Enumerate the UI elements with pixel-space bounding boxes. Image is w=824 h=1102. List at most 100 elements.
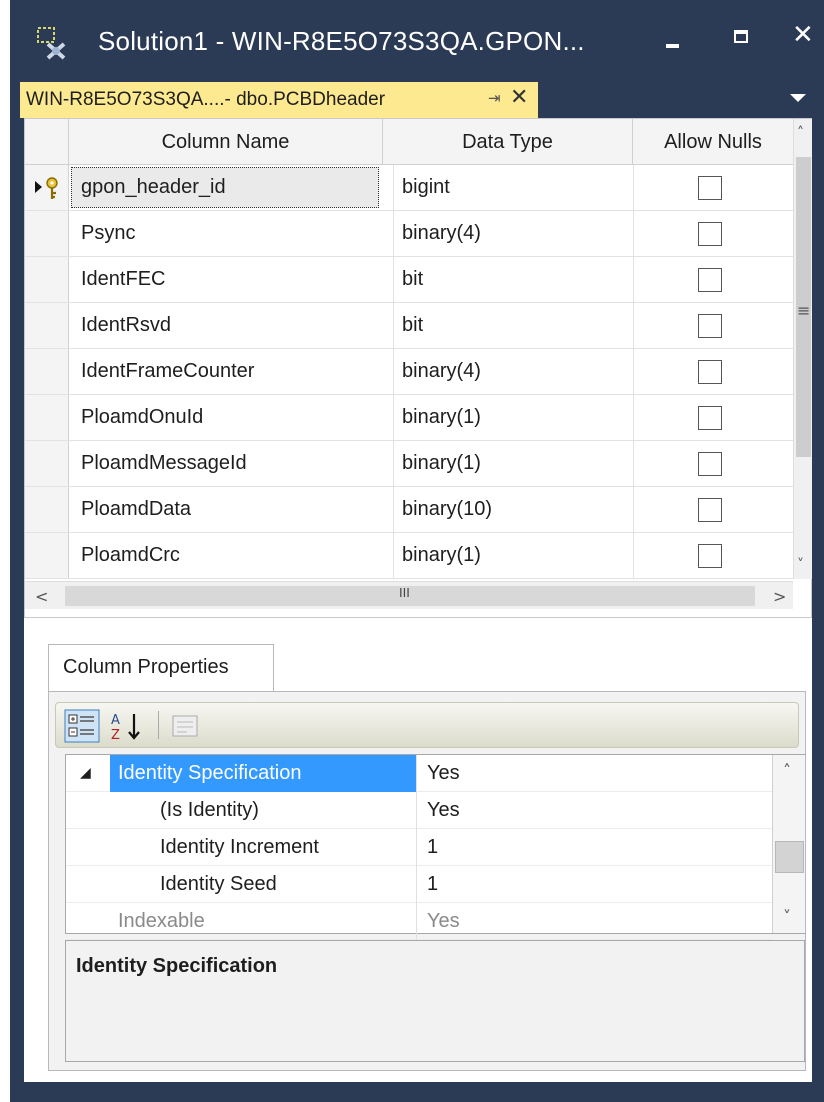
row-selector[interactable] (25, 211, 69, 256)
allow-nulls-checkbox[interactable] (698, 498, 722, 522)
close-window-button[interactable]: ✕ (774, 14, 824, 64)
property-scrollbar[interactable]: ˄ ˅ (772, 755, 805, 933)
scroll-up-icon[interactable]: ˄ (783, 761, 791, 780)
expander-icon[interactable]: ◢ (80, 755, 91, 792)
document-tab-bar: WIN-R8E5O73S3QA....- dbo.PCBDheader ⇥ ✕ (10, 82, 824, 118)
row-selector[interactable] (25, 487, 69, 532)
data-type-cell[interactable]: bit (393, 257, 623, 302)
row-selector[interactable] (25, 349, 69, 394)
scroll-right-icon[interactable]: > (773, 587, 786, 606)
property-row[interactable]: ◢ Identity Specification Yes (66, 755, 772, 792)
data-type-cell[interactable]: bit (393, 303, 623, 348)
row-selector[interactable] (25, 395, 69, 440)
data-type-cell[interactable]: binary(1) (393, 533, 623, 578)
scroll-grip-icon: ≡ (797, 301, 811, 320)
property-value[interactable]: Yes (416, 755, 772, 792)
allow-nulls-checkbox[interactable] (698, 452, 722, 476)
table-row[interactable]: PloamdData binary(10) (25, 487, 793, 533)
table-row[interactable]: IdentFEC bit (25, 257, 793, 303)
tab-close-icon[interactable]: ✕ (510, 84, 528, 110)
row-selector[interactable] (25, 441, 69, 486)
properties-toolbar: A Z (55, 702, 799, 748)
column-name-cell[interactable]: IdentFrameCounter (81, 349, 381, 394)
data-type-cell[interactable]: binary(1) (393, 395, 623, 440)
table-row[interactable]: Psync binary(4) (25, 211, 793, 257)
column-name-cell[interactable]: PloamdCrc (81, 533, 381, 578)
table-row[interactable]: IdentFrameCounter binary(4) (25, 349, 793, 395)
table-row[interactable]: PloamdCrc binary(1) (25, 533, 793, 579)
row-selector[interactable] (25, 303, 69, 348)
document-tab[interactable]: WIN-R8E5O73S3QA....- dbo.PCBDheader ⇥ ✕ (20, 82, 538, 118)
header-allow-nulls[interactable]: Allow Nulls (633, 119, 793, 165)
scroll-up-icon[interactable]: ˄ (797, 125, 804, 141)
categorized-icon[interactable] (64, 709, 100, 743)
scroll-left-icon[interactable]: < (35, 587, 48, 606)
data-type-cell[interactable]: binary(10) (393, 487, 623, 532)
data-type-cell[interactable]: binary(1) (393, 441, 623, 486)
allow-nulls-checkbox[interactable] (698, 222, 722, 246)
data-type-cell[interactable]: bigint (393, 165, 623, 210)
property-name: Identity Seed (160, 873, 277, 895)
horizontal-scroll-thumb[interactable] (65, 586, 755, 606)
allow-nulls-checkbox[interactable] (698, 544, 722, 568)
row-selector[interactable] (25, 165, 69, 210)
property-name: Indexable (118, 910, 205, 932)
data-type-cell[interactable]: binary(4) (393, 349, 623, 394)
scroll-down-icon[interactable]: ˅ (783, 907, 791, 926)
property-value[interactable]: 1 (416, 866, 772, 903)
window-title: Solution1 - WIN-R8E5O73S3QA.GPON... (98, 26, 585, 56)
header-row-selector (25, 119, 69, 165)
maximize-button[interactable] (714, 14, 770, 64)
header-column-name[interactable]: Column Name (69, 119, 383, 165)
minimize-button[interactable] (644, 14, 700, 64)
row-selector[interactable] (25, 533, 69, 578)
property-row[interactable]: (Is Identity) Yes (66, 792, 772, 829)
app-icon (34, 26, 72, 60)
horizontal-scrollbar[interactable]: < III > (25, 581, 793, 609)
tab-column-properties[interactable]: Column Properties (48, 644, 274, 692)
allow-nulls-checkbox[interactable] (698, 360, 722, 384)
column-name-cell[interactable]: IdentFEC (81, 257, 381, 302)
scroll-down-icon[interactable]: ˅ (797, 557, 804, 573)
alphabetical-icon[interactable]: A Z (108, 709, 148, 743)
allow-nulls-checkbox[interactable] (698, 268, 722, 292)
allow-nulls-checkbox[interactable] (698, 406, 722, 430)
minimize-icon (666, 44, 679, 48)
property-value[interactable]: Yes (416, 903, 772, 940)
properties-panel: A Z ◢ Identity Specification Yes (Is Identi… (48, 691, 806, 1071)
column-name-cell[interactable]: PloamdData (81, 487, 381, 532)
property-name: Identity Increment (160, 836, 319, 858)
tab-dropdown-icon[interactable] (790, 94, 806, 102)
column-name-cell[interactable]: Psync (81, 211, 381, 256)
column-name-cell[interactable]: IdentRsvd (81, 303, 381, 348)
table-row[interactable]: IdentRsvd bit (25, 303, 793, 349)
property-row[interactable]: Identity Seed 1 (66, 866, 772, 903)
row-selector[interactable] (25, 257, 69, 302)
property-value[interactable]: 1 (416, 829, 772, 866)
window: Solution1 - WIN-R8E5O73S3QA.GPON... ✕ WI… (10, 0, 824, 1102)
header-data-type[interactable]: Data Type (383, 119, 633, 165)
toolbar-separator (158, 711, 159, 739)
property-name: Identity Specification (118, 762, 302, 784)
property-scroll-thumb[interactable] (775, 841, 804, 873)
vertical-scrollbar[interactable]: ˄ ≡ ˅ (793, 119, 812, 579)
property-pages-icon[interactable] (168, 709, 202, 743)
table-row[interactable]: PloamdOnuId binary(1) (25, 395, 793, 441)
table-row[interactable]: gpon_header_id bigint (25, 165, 793, 211)
allow-nulls-cell (633, 395, 793, 440)
column-name-cell[interactable]: PloamdOnuId (81, 395, 381, 440)
property-description: Identity Specification (65, 940, 805, 1062)
allow-nulls-checkbox[interactable] (698, 176, 722, 200)
allow-nulls-checkbox[interactable] (698, 314, 722, 338)
data-type-cell[interactable]: binary(4) (393, 211, 623, 256)
property-value[interactable]: Yes (416, 792, 772, 829)
property-row[interactable]: Identity Increment 1 (66, 829, 772, 866)
property-row[interactable]: Indexable Yes (66, 903, 772, 940)
allow-nulls-cell (633, 349, 793, 394)
allow-nulls-cell (633, 533, 793, 578)
pin-icon[interactable]: ⇥ (488, 89, 501, 107)
column-properties-area: Column Properties A Z ◢ Identity Specifi… (24, 618, 812, 1082)
table-row[interactable]: PloamdMessageId binary(1) (25, 441, 793, 487)
column-name-cell[interactable]: PloamdMessageId (81, 441, 381, 486)
column-name-cell[interactable]: gpon_header_id (81, 165, 381, 210)
